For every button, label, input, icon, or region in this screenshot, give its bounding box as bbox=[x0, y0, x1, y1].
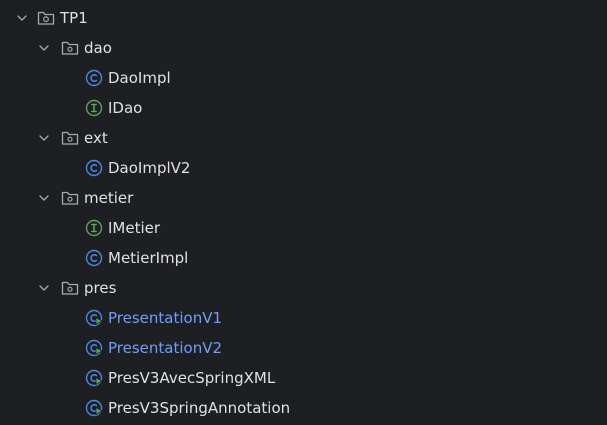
tree-node-interface-imetier[interactable]: IMetier bbox=[0, 213, 607, 243]
class-icon bbox=[85, 69, 103, 87]
project-tree: TP1 dao DaoImpl IDao ext DaoImplV2 metie… bbox=[0, 0, 607, 425]
tree-node-label: DaoImpl bbox=[108, 69, 171, 87]
tree-node-label: IDao bbox=[108, 99, 143, 117]
tree-node-tp1[interactable]: TP1 bbox=[0, 3, 607, 33]
tree-node-label: metier bbox=[84, 189, 134, 207]
tree-node-label: dao bbox=[84, 39, 112, 57]
module-folder-icon bbox=[37, 9, 55, 27]
tree-node-label: PresentationV1 bbox=[108, 309, 223, 327]
interface-icon bbox=[85, 99, 103, 117]
tree-node-package-pres[interactable]: pres bbox=[0, 273, 607, 303]
tree-node-class-presv3avecspringxml[interactable]: PresV3AvecSpringXML bbox=[0, 363, 607, 393]
tree-node-class-presentationv1[interactable]: PresentationV1 bbox=[0, 303, 607, 333]
tree-node-label: MetierImpl bbox=[108, 249, 189, 267]
tree-node-class-daoimplv2[interactable]: DaoImplV2 bbox=[0, 153, 607, 183]
package-folder-icon bbox=[61, 129, 79, 147]
tree-node-interface-idao[interactable]: IDao bbox=[0, 93, 607, 123]
tree-node-label: TP1 bbox=[60, 9, 88, 27]
main-class-icon bbox=[85, 309, 103, 327]
main-class-icon bbox=[85, 399, 103, 417]
main-class-icon bbox=[85, 339, 103, 357]
package-folder-icon bbox=[61, 189, 79, 207]
chevron-down-icon[interactable] bbox=[36, 190, 52, 206]
tree-node-class-metierimpl[interactable]: MetierImpl bbox=[0, 243, 607, 273]
package-folder-icon bbox=[61, 279, 79, 297]
tree-node-class-daoimpl[interactable]: DaoImpl bbox=[0, 63, 607, 93]
tree-node-label: pres bbox=[84, 279, 117, 297]
tree-node-label: DaoImplV2 bbox=[108, 159, 191, 177]
tree-node-package-ext[interactable]: ext bbox=[0, 123, 607, 153]
class-icon bbox=[85, 249, 103, 267]
tree-node-class-presv3springannotation[interactable]: PresV3SpringAnnotation bbox=[0, 393, 607, 423]
tree-node-package-dao[interactable]: dao bbox=[0, 33, 607, 63]
chevron-down-icon[interactable] bbox=[14, 10, 30, 26]
tree-node-label: PresV3AvecSpringXML bbox=[108, 369, 276, 387]
tree-node-label: ext bbox=[84, 129, 108, 147]
interface-icon bbox=[85, 219, 103, 237]
chevron-down-icon[interactable] bbox=[36, 280, 52, 296]
chevron-down-icon[interactable] bbox=[36, 130, 52, 146]
tree-node-label: IMetier bbox=[108, 219, 161, 237]
class-icon bbox=[85, 159, 103, 177]
chevron-down-icon[interactable] bbox=[36, 40, 52, 56]
package-folder-icon bbox=[61, 39, 79, 57]
tree-node-class-presentationv2[interactable]: PresentationV2 bbox=[0, 333, 607, 363]
tree-node-label: PresentationV2 bbox=[108, 339, 223, 357]
main-class-icon bbox=[85, 369, 103, 387]
tree-node-label: PresV3SpringAnnotation bbox=[108, 399, 291, 417]
tree-node-package-metier[interactable]: metier bbox=[0, 183, 607, 213]
